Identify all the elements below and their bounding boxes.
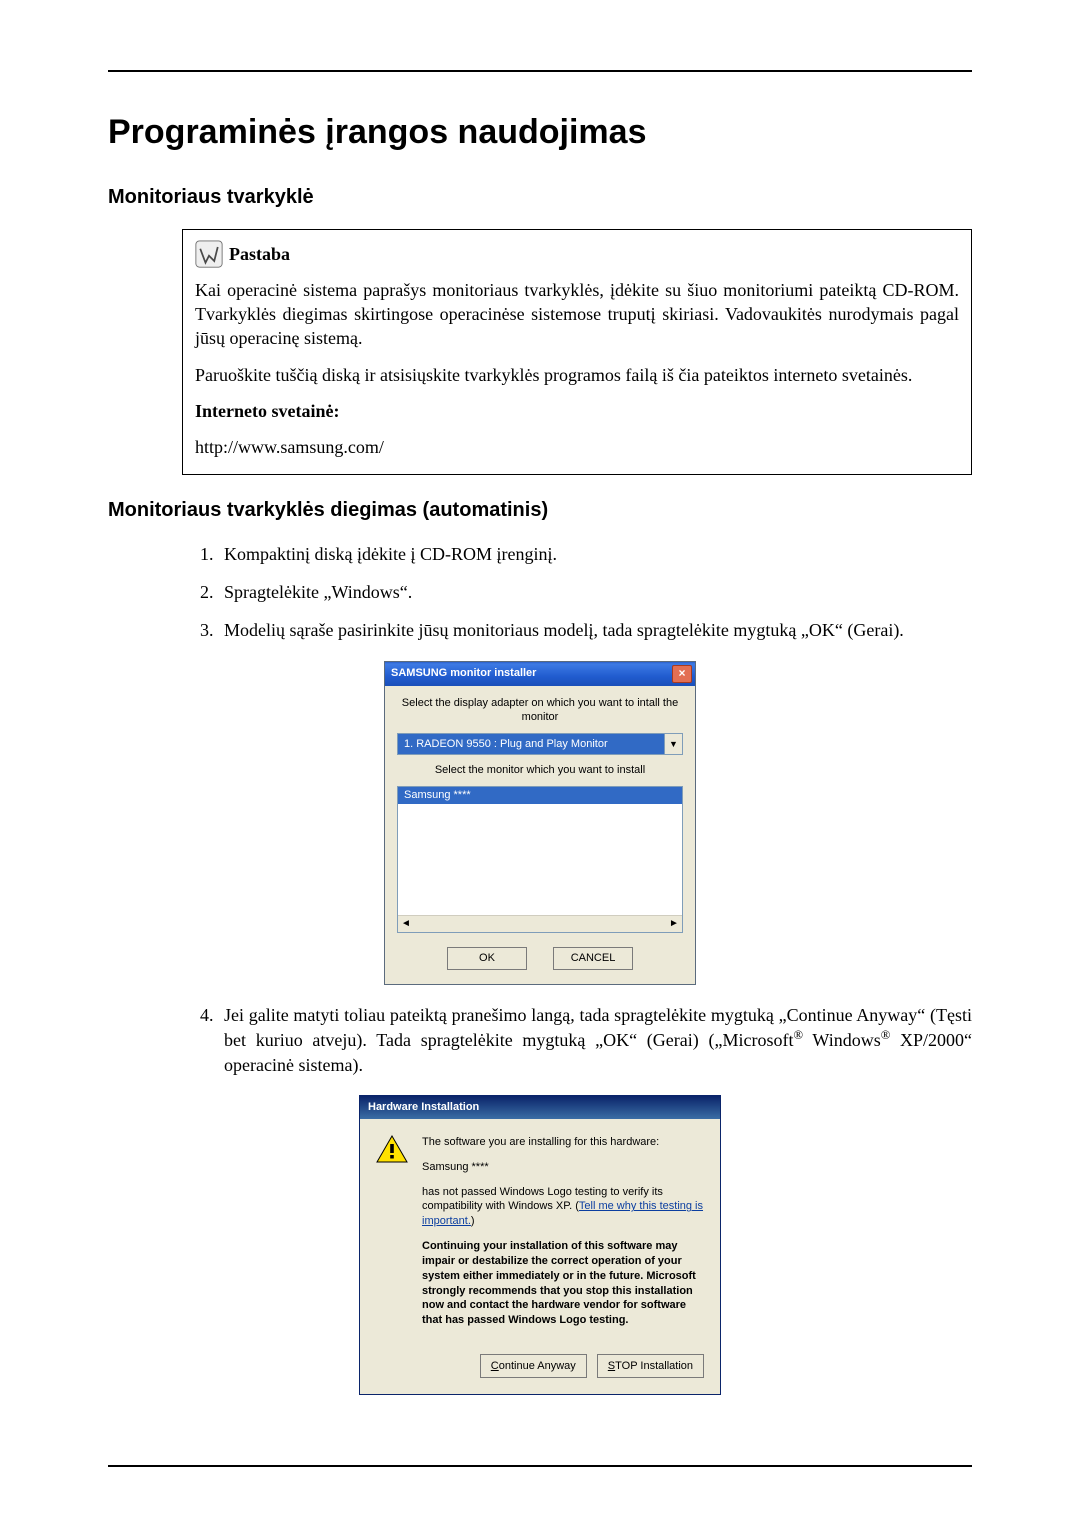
step-2: Spragtelėkite „Windows“.	[218, 580, 972, 604]
stop-rest: TOP Installation	[615, 1359, 693, 1374]
installer-adapter-label: Select the display adapter on which you …	[397, 696, 683, 726]
note-icon	[195, 240, 223, 268]
scroll-left-icon[interactable]: ◄	[398, 916, 414, 932]
hardware-installation-dialog: Hardware Installation The software you a…	[359, 1095, 721, 1395]
registered-mark-1: ®	[793, 1028, 803, 1042]
hw-line-2: Samsung ****	[422, 1160, 704, 1175]
registered-mark-2: ®	[881, 1028, 891, 1042]
hardware-dialog-title: Hardware Installation	[360, 1096, 720, 1119]
page-title: Programinės įrangos naudojimas	[108, 110, 972, 156]
install-steps-list-cont: Jei galite matyti toliau pateiktą praneš…	[182, 1003, 972, 1077]
installer-title: SAMSUNG monitor installer	[391, 666, 536, 681]
scroll-right-icon[interactable]: ►	[666, 916, 682, 932]
cancel-button[interactable]: CANCEL	[553, 947, 633, 970]
page-rule-top	[108, 70, 972, 72]
installer-monitor-label: Select the monitor which you want to ins…	[397, 763, 683, 778]
continue-hotkey: C	[491, 1359, 499, 1374]
note-header: Pastaba	[195, 240, 959, 268]
note-website-url: http://www.samsung.com/	[195, 435, 959, 459]
step-3: Modelių sąraše pasirinkite jūsų monitori…	[218, 618, 972, 642]
step-4: Jei galite matyti toliau pateiktą praneš…	[218, 1003, 972, 1077]
install-steps-list: Kompaktinį diską įdėkite į CD-ROM įrengi…	[182, 542, 972, 643]
note-paragraph-1: Kai operacinė sistema paprašys monitoria…	[195, 278, 959, 351]
adapter-dropdown[interactable]: 1. RADEON 9550 : Plug and Play Monitor ▼	[397, 733, 683, 755]
ok-button[interactable]: OK	[447, 947, 527, 970]
section-heading-auto-install: Monitoriaus tvarkyklės diegimas (automat…	[108, 497, 972, 524]
hw-line-3: has not passed Windows Logo testing to v…	[422, 1185, 704, 1230]
monitor-selected-item[interactable]: Samsung ****	[398, 787, 682, 804]
hw-line-3b: )	[471, 1215, 475, 1227]
hardware-warning-figure: Hardware Installation The software you a…	[108, 1095, 972, 1395]
note-title: Pastaba	[229, 242, 290, 266]
stop-installation-button[interactable]: STOP Installation	[597, 1354, 704, 1378]
note-box: Pastaba Kai operacinė sistema paprašys m…	[182, 229, 972, 475]
page-rule-bottom	[108, 1465, 972, 1467]
warning-icon	[376, 1135, 408, 1163]
adapter-dropdown-value: 1. RADEON 9550 : Plug and Play Monitor	[398, 737, 664, 752]
close-icon[interactable]: ×	[672, 665, 692, 683]
step-1: Kompaktinį diską įdėkite į CD-ROM įrengi…	[218, 542, 972, 566]
step-4-text-b: Windows	[803, 1030, 881, 1050]
installer-figure: SAMSUNG monitor installer × Select the d…	[108, 661, 972, 986]
continue-rest: ontinue Anyway	[499, 1359, 576, 1374]
continue-anyway-button[interactable]: Continue Anyway	[480, 1354, 587, 1378]
installer-titlebar: SAMSUNG monitor installer ×	[385, 662, 695, 686]
note-website-label: Interneto svetainė:	[195, 399, 959, 423]
hw-bold-warning: Continuing your installation of this sof…	[422, 1239, 704, 1328]
chevron-down-icon[interactable]: ▼	[664, 734, 682, 754]
installer-dialog: SAMSUNG monitor installer × Select the d…	[384, 661, 696, 986]
section-heading-driver: Monitoriaus tvarkyklė	[108, 184, 972, 211]
stop-hotkey: S	[608, 1359, 615, 1374]
horizontal-scrollbar[interactable]: ◄ ►	[398, 915, 682, 932]
hw-line-1: The software you are installing for this…	[422, 1135, 704, 1150]
monitor-listbox[interactable]: Samsung **** ◄ ►	[397, 786, 683, 933]
note-paragraph-2: Paruoškite tuščią diską ir atsisiųskite …	[195, 363, 959, 387]
